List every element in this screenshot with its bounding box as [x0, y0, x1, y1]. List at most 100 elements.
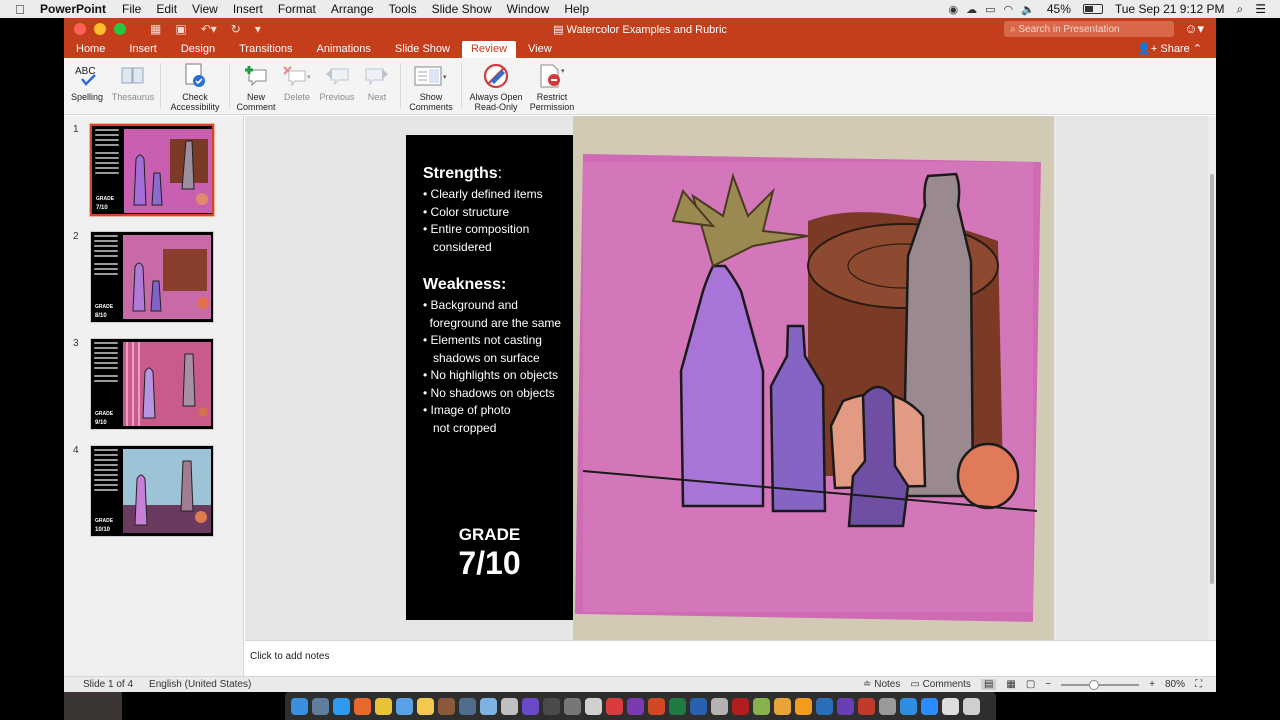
tab-slide-show[interactable]: Slide Show [383, 43, 462, 58]
search-input[interactable]: ⌕ Search in Presentation [1004, 21, 1174, 37]
undo-icon[interactable]: ↶▾ [201, 22, 217, 36]
safari-icon[interactable] [333, 697, 350, 715]
tab-transitions[interactable]: Transitions [227, 43, 304, 58]
vertical-scrollbar[interactable] [1208, 116, 1216, 640]
acrobat-icon[interactable] [732, 697, 749, 715]
menu-view[interactable]: View [192, 2, 218, 16]
app-icon[interactable] [711, 697, 728, 715]
app-icon[interactable] [879, 697, 896, 715]
status-icon[interactable]: ◉ [949, 3, 959, 16]
photos-icon[interactable] [774, 697, 791, 715]
redo-icon[interactable]: ↻ [231, 22, 241, 36]
mail-icon[interactable] [396, 697, 413, 715]
launchpad-icon[interactable] [312, 697, 329, 715]
app-icon[interactable] [585, 697, 602, 715]
tab-review[interactable]: Review [461, 41, 517, 58]
zoom-slider[interactable] [1061, 679, 1140, 690]
app-icon[interactable] [942, 697, 959, 715]
photoshop-icon[interactable] [816, 697, 833, 715]
notes-pane[interactable]: Click to add notes [245, 640, 1216, 676]
spotlight-icon[interactable]: ⌕ [1237, 2, 1244, 17]
show-comments-button[interactable]: ▾ Show Comments [405, 58, 457, 112]
language-indicator[interactable]: English (United States) [149, 679, 251, 690]
strengths-list[interactable]: • Clearly defined items • Color structur… [423, 186, 571, 256]
app-icon[interactable] [501, 697, 518, 715]
previous-comment-button[interactable]: Previous [316, 58, 358, 102]
tab-animations[interactable]: Animations [305, 43, 383, 58]
display-icon[interactable]: ▭ [985, 3, 995, 16]
always-open-read-only-button[interactable]: Always Open Read-Only [466, 58, 526, 112]
spelling-button[interactable]: ABC Spelling [64, 58, 110, 102]
app-icon[interactable] [753, 697, 770, 715]
control-center-icon[interactable]: ☰ [1255, 2, 1266, 16]
illustrator-icon[interactable] [795, 697, 812, 715]
powerpoint-icon[interactable] [648, 697, 665, 715]
finder-icon[interactable] [291, 697, 308, 715]
notes-toggle[interactable]: ≐ Notes [863, 679, 900, 690]
trash-icon[interactable] [963, 697, 980, 715]
slide-thumbnail-4[interactable]: GRADE 10/10 [90, 445, 214, 537]
new-comment-button[interactable]: New Comment [234, 58, 278, 112]
app-icon[interactable] [543, 697, 560, 715]
share-button[interactable]: 👤+ Share ⌃ [1137, 42, 1216, 58]
grade-value[interactable]: 7/10 [406, 545, 573, 582]
wifi-icon[interactable]: ◠ [1004, 3, 1014, 16]
menu-app-name[interactable]: PowerPoint [40, 2, 106, 16]
menu-window[interactable]: Window [507, 2, 550, 16]
firefox-icon[interactable] [354, 697, 371, 715]
slide-thumbnail-1[interactable]: GRADE 7/10 [89, 123, 215, 217]
menu-tools[interactable]: Tools [389, 2, 417, 16]
tab-design[interactable]: Design [169, 43, 227, 58]
zoom-app-icon[interactable] [921, 697, 938, 715]
normal-view-icon[interactable]: ▤ [980, 679, 997, 690]
save-icon[interactable]: ▣ [175, 22, 186, 36]
cloud-icon[interactable]: ☁ [966, 3, 977, 16]
grade-label[interactable]: GRADE [406, 525, 573, 545]
quicktime-icon[interactable] [459, 697, 476, 715]
chrome-icon[interactable] [375, 697, 392, 715]
zoom-in-icon[interactable]: + [1149, 679, 1155, 690]
menu-edit[interactable]: Edit [156, 2, 177, 16]
menu-format[interactable]: Format [278, 2, 316, 16]
close-button[interactable] [74, 23, 86, 35]
menu-help[interactable]: Help [564, 2, 589, 16]
customize-toolbar-icon[interactable]: ▾ [255, 22, 261, 36]
onenote-icon[interactable] [627, 697, 644, 715]
fit-to-window-icon[interactable]: ⛶ [1195, 679, 1202, 690]
scrollbar-thumb[interactable] [1210, 174, 1214, 584]
zoom-button[interactable] [114, 23, 126, 35]
menu-arrange[interactable]: Arrange [331, 2, 374, 16]
zoom-out-icon[interactable]: − [1045, 679, 1051, 690]
help-icon[interactable] [564, 697, 581, 715]
slide-thumbnail-2[interactable]: GRADE 8/10 [90, 231, 214, 323]
reading-view-icon[interactable]: ▢ [1026, 679, 1035, 690]
menu-file[interactable]: File [122, 2, 141, 16]
tab-view[interactable]: View [516, 43, 564, 58]
painting-photo[interactable] [573, 116, 1054, 640]
apple-icon[interactable]:  [0, 2, 40, 17]
slide-sorter-icon[interactable]: ▦ [1006, 679, 1015, 690]
notes-app-icon[interactable] [417, 697, 434, 715]
minimize-button[interactable] [94, 23, 106, 35]
preview-icon[interactable] [480, 697, 497, 715]
menu-slide-show[interactable]: Slide Show [432, 2, 492, 16]
battery-percent[interactable]: 45% [1047, 2, 1071, 16]
tab-insert[interactable]: Insert [117, 43, 169, 58]
premiere-icon[interactable] [837, 697, 854, 715]
menu-insert[interactable]: Insert [233, 2, 263, 16]
volume-icon[interactable]: 🔈 [1021, 3, 1035, 16]
app-icon[interactable] [438, 697, 455, 715]
next-comment-button[interactable]: Next [358, 58, 396, 102]
clock[interactable]: Tue Sep 21 9:12 PM [1115, 2, 1225, 16]
imovie-icon[interactable] [522, 697, 539, 715]
word-icon[interactable] [690, 697, 707, 715]
comments-toggle[interactable]: ▭ Comments [910, 679, 971, 690]
strengths-heading[interactable]: Strengths: [423, 165, 502, 183]
slide-editing-canvas[interactable]: Strengths: • Clearly defined items • Col… [245, 116, 1208, 640]
excel-icon[interactable] [669, 697, 686, 715]
feedback-smiley-icon[interactable]: ☺▾ [1184, 21, 1204, 37]
battery-icon[interactable] [1082, 4, 1103, 14]
slide-thumbnail-3[interactable]: GRADE 9/10 [90, 338, 214, 430]
zoom-slider-knob[interactable] [1089, 679, 1100, 690]
weakness-heading[interactable]: Weakness: [423, 276, 506, 294]
